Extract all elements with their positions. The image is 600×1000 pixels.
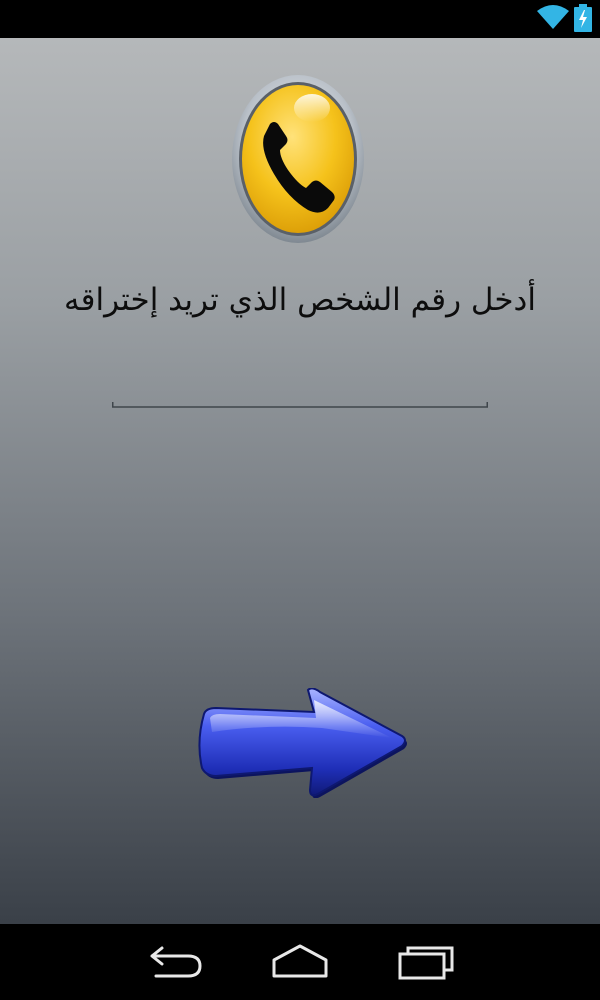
phone-input-container[interactable] bbox=[112, 378, 488, 408]
battery-charging-icon bbox=[574, 4, 592, 32]
phone-number-input[interactable] bbox=[114, 378, 486, 404]
home-icon[interactable] bbox=[268, 942, 332, 982]
wifi-icon bbox=[537, 5, 569, 29]
app-content: أدخل رقم الشخص الذي تريد إختراقه bbox=[0, 38, 600, 924]
navigation-bar bbox=[0, 924, 600, 1000]
phone-handset-icon bbox=[232, 75, 364, 243]
recent-apps-icon[interactable] bbox=[394, 942, 458, 982]
phone-screen: أدخل رقم الشخص الذي تريد إختراقه bbox=[0, 0, 600, 1000]
back-icon[interactable] bbox=[142, 942, 206, 982]
prompt-text: أدخل رقم الشخص الذي تريد إختراقه bbox=[64, 282, 536, 318]
next-arrow-button[interactable] bbox=[196, 688, 408, 798]
input-underline bbox=[112, 402, 488, 408]
status-bar bbox=[0, 0, 600, 38]
